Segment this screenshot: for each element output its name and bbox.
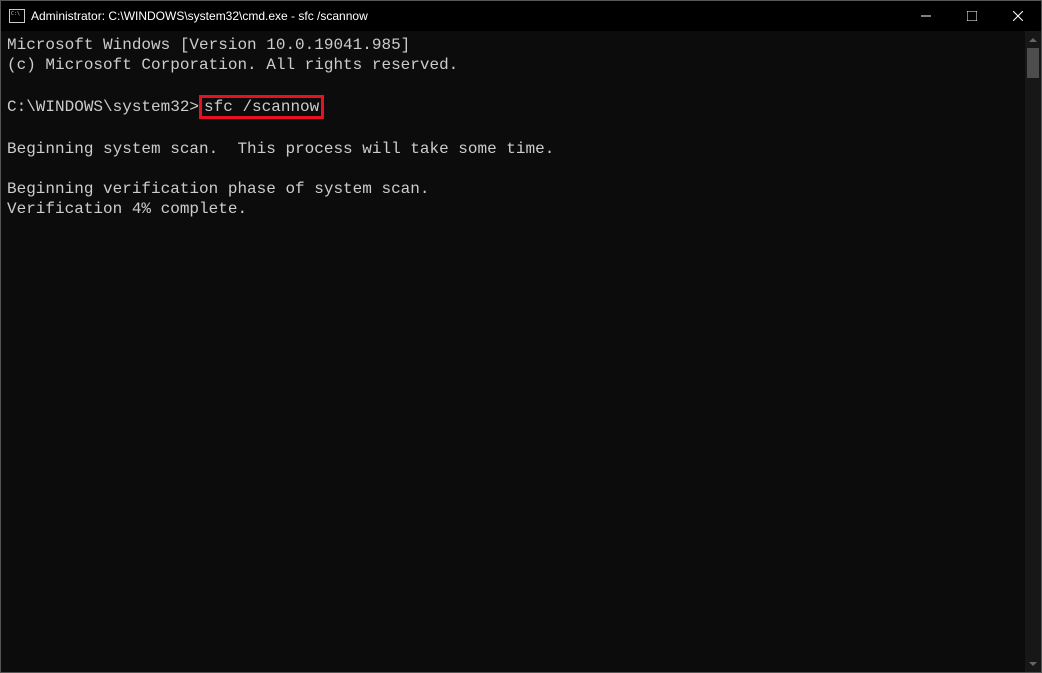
vertical-scrollbar[interactable] [1025, 31, 1041, 672]
output-line: (c) Microsoft Corporation. All rights re… [7, 56, 458, 74]
output-line: Verification 4% complete. [7, 200, 247, 218]
highlighted-command: sfc /scannow [199, 95, 324, 119]
terminal-output[interactable]: Microsoft Windows [Version 10.0.19041.98… [1, 31, 1025, 672]
window-controls [903, 1, 1041, 31]
output-line: Microsoft Windows [Version 10.0.19041.98… [7, 36, 410, 54]
output-line: Beginning verification phase of system s… [7, 180, 429, 198]
scroll-down-arrow[interactable] [1025, 655, 1041, 672]
window-title: Administrator: C:\WINDOWS\system32\cmd.e… [31, 9, 368, 23]
minimize-button[interactable] [903, 1, 949, 31]
maximize-icon [967, 11, 977, 21]
scroll-track[interactable] [1025, 48, 1041, 655]
titlebar[interactable]: Administrator: C:\WINDOWS\system32\cmd.e… [1, 1, 1041, 31]
titlebar-left: Administrator: C:\WINDOWS\system32\cmd.e… [1, 9, 368, 23]
prompt: C:\WINDOWS\system32> [7, 98, 199, 116]
maximize-button[interactable] [949, 1, 995, 31]
output-line: Beginning system scan. This process will… [7, 140, 554, 158]
minimize-icon [921, 11, 931, 21]
content-wrapper: Microsoft Windows [Version 10.0.19041.98… [1, 31, 1041, 672]
scroll-up-arrow[interactable] [1025, 31, 1041, 48]
scroll-thumb[interactable] [1027, 48, 1039, 78]
close-icon [1013, 11, 1023, 21]
chevron-down-icon [1029, 662, 1037, 666]
cmd-icon [9, 9, 25, 23]
chevron-up-icon [1029, 38, 1037, 42]
close-button[interactable] [995, 1, 1041, 31]
command-prompt-window: Administrator: C:\WINDOWS\system32\cmd.e… [0, 0, 1042, 673]
